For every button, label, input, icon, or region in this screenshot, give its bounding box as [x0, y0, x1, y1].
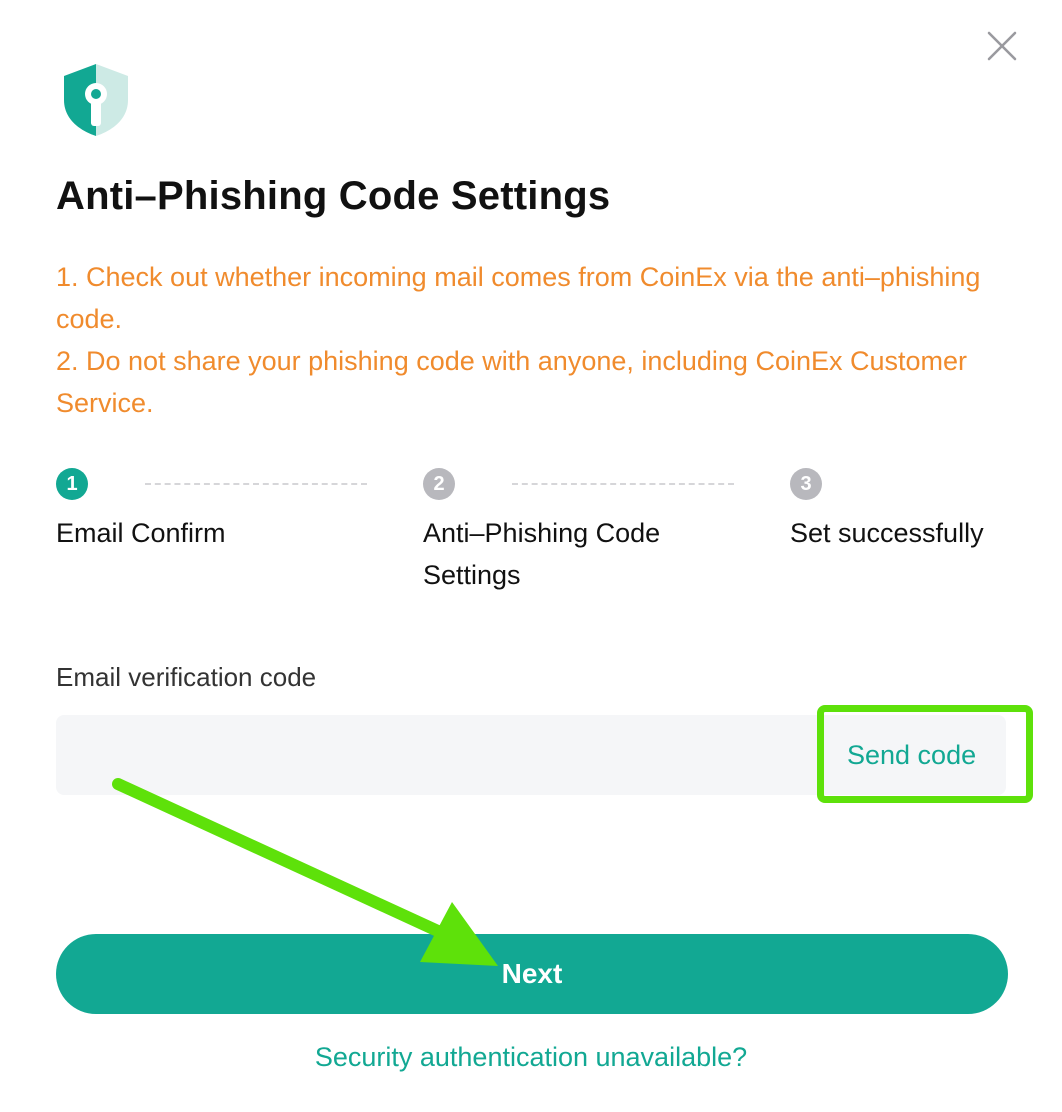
send-code-button[interactable]: Send code [847, 740, 976, 771]
step-connector-1 [145, 483, 367, 485]
notice-text: 1. Check out whether incoming mail comes… [56, 256, 986, 424]
anti-phishing-dialog: Anti–Phishing Code Settings 1. Check out… [0, 0, 1062, 1112]
dialog-title: Anti–Phishing Code Settings [56, 174, 611, 218]
progress-steps: 1 Email Confirm 2 Anti–Phishing Code Set… [56, 468, 1016, 598]
step-2-label: Anti–Phishing Code Settings [423, 518, 661, 590]
security-unavailable-link[interactable]: Security authentication unavailable? [0, 1042, 1062, 1073]
step-3-label: Set successfully [790, 518, 984, 548]
step-connector-2 [512, 483, 734, 485]
next-button[interactable]: Next [56, 934, 1008, 1014]
step-1-number: 1 [56, 468, 88, 500]
notice-line-2: 2. Do not share your phishing code with … [56, 346, 968, 418]
step-3-number: 3 [790, 468, 822, 500]
email-code-label: Email verification code [56, 662, 317, 692]
step-2-number: 2 [423, 468, 455, 500]
step-3: 3 Set successfully [790, 468, 984, 548]
close-icon[interactable] [984, 28, 1020, 64]
notice-line-1: 1. Check out whether incoming mail comes… [56, 262, 981, 334]
step-2: 2 Anti–Phishing Code Settings [423, 468, 660, 590]
step-1-label: Email Confirm [56, 518, 226, 548]
step-1: 1 Email Confirm [56, 468, 226, 548]
shield-key-icon [62, 62, 130, 138]
